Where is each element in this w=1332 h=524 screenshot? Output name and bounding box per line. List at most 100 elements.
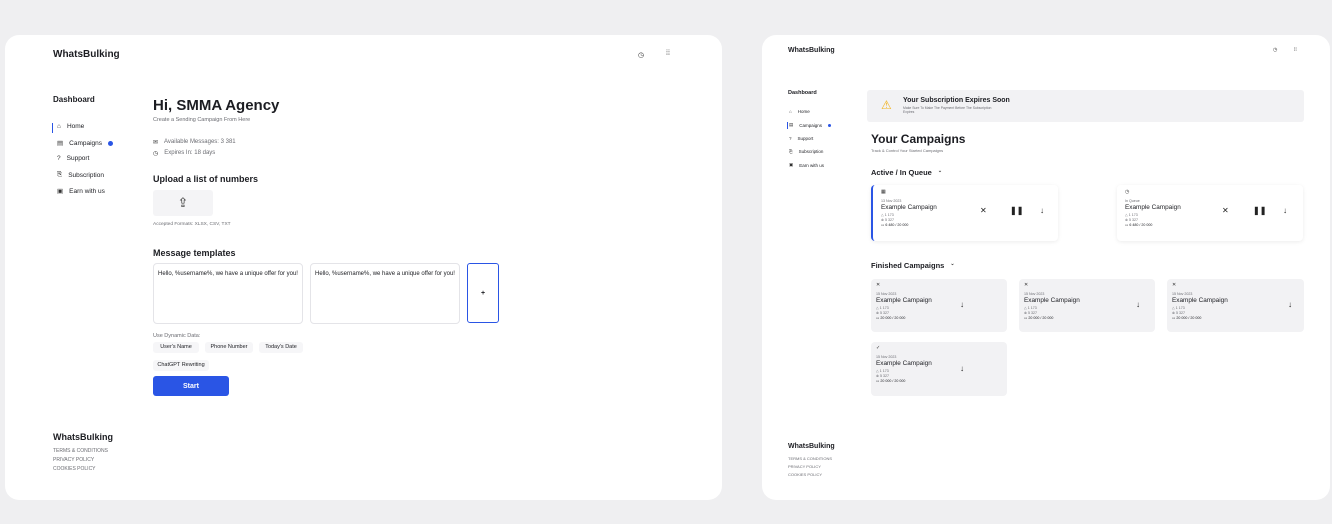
finished-campaign-card[interactable]: ✓ 15 Nov 2023 Example Campaign △ 1 173 ⊗… xyxy=(871,342,1007,396)
sidebar-item-campaigns[interactable]: ▤ Campaigns xyxy=(789,122,832,128)
template-card-2[interactable]: Hello, %username%, we have a unique offe… xyxy=(310,263,460,324)
sidebar-item-label: Home xyxy=(797,109,810,114)
footer-link-terms[interactable]: TERMS & CONDITIONS xyxy=(53,448,108,454)
active-section-header[interactable]: Active / In Queue ⌄ xyxy=(871,168,942,177)
templates-title: Message templates xyxy=(153,248,236,258)
grid-icon[interactable]: ⁞⁞ xyxy=(666,50,670,57)
download-icon[interactable]: ↓ xyxy=(960,364,964,373)
finished-campaign-card[interactable]: ✕ 15 Nov 2023 Example Campaign △ 1 173 ⊗… xyxy=(1167,279,1304,332)
close-icon: ✕ xyxy=(1024,282,1029,288)
footer-link-cookies[interactable]: COOKIES POLICY xyxy=(788,472,822,477)
subscription-icon: ⎘ xyxy=(57,171,63,178)
logo[interactable]: WhatsBulking xyxy=(788,47,835,54)
stat-value: 1 173 xyxy=(879,306,889,310)
sidebar-item-label: Support xyxy=(797,136,814,141)
campaign-icon: ▤ xyxy=(57,140,64,147)
pause-icon[interactable]: ❚❚ xyxy=(1010,206,1023,215)
sidebar-item-label: Subscription xyxy=(68,171,104,179)
campaign-title: Example Campaign xyxy=(1125,204,1181,211)
campaign-progress: ▭ 6 480 / 20 000 xyxy=(881,223,909,227)
available-messages-row: ✉ Available Messages: 3 381 xyxy=(153,139,236,146)
campaign-progress: ▭ 20 000 / 20 000 xyxy=(1024,316,1054,320)
queued-campaign-card[interactable]: ◷ In Queue Example Campaign △ 1 173 ⊗ 5 … xyxy=(1117,185,1303,241)
footer-link-privacy[interactable]: PRIVACY POLICY xyxy=(788,464,821,469)
footer-link-cookies[interactable]: COOKIES POLICY xyxy=(53,466,96,472)
sidebar-item-earn[interactable]: ▣ Earn with us xyxy=(57,187,105,196)
clock-icon: ◷ xyxy=(1125,189,1130,195)
progress-value: 20 000 / 20 000 xyxy=(880,316,906,320)
footer-link-terms[interactable]: TERMS & CONDITIONS xyxy=(788,456,832,461)
close-icon[interactable]: ✕ xyxy=(1222,206,1229,215)
chip-users-name[interactable]: User's Name xyxy=(153,342,199,353)
available-messages: Available Messages: 3 381 xyxy=(164,139,236,145)
finished-campaign-card[interactable]: ✕ 15 Nov 2023 Example Campaign △ 1 173 ⊗… xyxy=(871,279,1007,332)
finished-section-header[interactable]: Finished Campaigns ⌄ xyxy=(871,261,955,270)
stat-value: 1 173 xyxy=(879,369,889,373)
grid-icon[interactable]: ⁞⁞ xyxy=(1294,47,1297,53)
download-icon[interactable]: ↓ xyxy=(1136,300,1140,309)
download-icon[interactable]: ↓ xyxy=(1288,300,1292,309)
campaign-stat-sent: ⊗ 5 327 xyxy=(1125,218,1139,222)
campaign-stat-users: △ 1 173 xyxy=(881,213,894,217)
active-campaign-card[interactable]: ▦ 13 Nov 2023 Example Campaign △ 1 173 ⊗… xyxy=(871,185,1058,241)
stat-value: 5 327 xyxy=(1129,218,1139,222)
finished-campaign-card[interactable]: ✕ 15 Nov 2023 Example Campaign △ 1 173 ⊗… xyxy=(1019,279,1155,332)
stat-value: 1 173 xyxy=(1027,306,1037,310)
close-icon[interactable]: ✕ xyxy=(980,206,987,215)
progress-value: 20 000 / 20 000 xyxy=(1176,316,1202,320)
sidebar-item-subscription[interactable]: ⎘ Subscription xyxy=(789,149,823,154)
campaigns-screen: WhatsBulking ◷ ⁞⁞ Dashboard ⌂ Home ▤ Cam… xyxy=(762,35,1330,500)
campaign-date: 15 Nov 2023 xyxy=(1024,292,1045,296)
stat-value: 1 173 xyxy=(884,213,894,217)
banner-title: Your Subscription Expires Soon xyxy=(903,97,1010,104)
sidebar-item-home[interactable]: ⌂ Home xyxy=(57,123,84,130)
campaign-stat-users: △ 1 173 xyxy=(1172,306,1185,310)
download-icon[interactable]: ↓ xyxy=(1040,206,1044,215)
pause-icon[interactable]: ❚❚ xyxy=(1253,206,1266,215)
add-template-button[interactable]: + xyxy=(467,263,499,323)
sidebar-item-campaigns[interactable]: ▤ Campaigns xyxy=(57,139,114,147)
sidebar-item-earn[interactable]: ▣ Earn with us xyxy=(789,162,824,168)
campaign-title: Example Campaign xyxy=(1172,297,1228,304)
greeting: Hi, SMMA Agency xyxy=(153,97,280,114)
close-icon: ✕ xyxy=(876,282,881,288)
footer-link-privacy[interactable]: PRIVACY POLICY xyxy=(53,457,94,463)
sidebar-item-label: Campaigns xyxy=(69,139,103,147)
logo[interactable]: WhatsBulking xyxy=(53,49,120,60)
clock-icon[interactable]: ◷ xyxy=(638,51,644,59)
clock-icon[interactable]: ◷ xyxy=(1273,47,1277,53)
upload-dropzone[interactable]: ⇪ xyxy=(153,190,213,216)
campaign-progress: ▭ 20 000 / 20 000 xyxy=(876,379,906,383)
expires-text: Expires In: 18 days xyxy=(164,150,216,156)
active-indicator xyxy=(787,122,788,129)
sidebar-item-support[interactable]: ? Support xyxy=(57,155,89,162)
template-card-1[interactable]: Hello, %username%, we have a unique offe… xyxy=(153,263,303,324)
active-indicator xyxy=(52,123,53,133)
chip-phone-number[interactable]: Phone Number xyxy=(205,342,253,353)
stat-value: 5 327 xyxy=(880,374,890,378)
cloud-upload-icon: ⇪ xyxy=(177,195,189,210)
chip-chatgpt-rewriting[interactable]: ChatGPT Rewriting xyxy=(153,360,209,371)
notification-dot xyxy=(108,140,114,146)
sidebar-item-subscription[interactable]: ⎘ Subscription xyxy=(57,171,104,179)
campaign-date: 15 Nov 2023 xyxy=(876,292,897,296)
campaign-date: 15 Nov 2023 xyxy=(1172,292,1193,296)
download-icon[interactable]: ↓ xyxy=(960,300,964,309)
start-button[interactable]: Start xyxy=(153,376,229,396)
sidebar-item-support[interactable]: ? Support xyxy=(789,136,813,141)
sidebar-item-label: Home xyxy=(66,123,85,130)
campaign-stat-users: △ 1 173 xyxy=(876,306,889,310)
banner-text: Make Sure To Make The Payment Before The… xyxy=(903,106,992,115)
chip-todays-date[interactable]: Today's Date xyxy=(259,342,303,353)
campaign-progress: ▭ 6 480 / 20 000 xyxy=(1125,223,1153,227)
help-icon: ? xyxy=(57,155,61,162)
accepted-formats: Accepted Formats: XLSX, CSV, TXT xyxy=(153,222,231,227)
active-section-title: Active / In Queue xyxy=(871,168,932,177)
sidebar-item-label: Support xyxy=(66,155,90,162)
earn-icon: ▣ xyxy=(789,162,794,167)
download-icon[interactable]: ↓ xyxy=(1283,206,1287,215)
chevron-down-icon: ⌄ xyxy=(950,261,955,267)
dashboard-home-screen: WhatsBulking ◷ ⁞⁞ Dashboard ⌂ Home ▤ Cam… xyxy=(5,35,722,500)
sidebar-item-home[interactable]: ⌂ Home xyxy=(789,109,810,114)
campaign-title: Example Campaign xyxy=(876,297,932,304)
